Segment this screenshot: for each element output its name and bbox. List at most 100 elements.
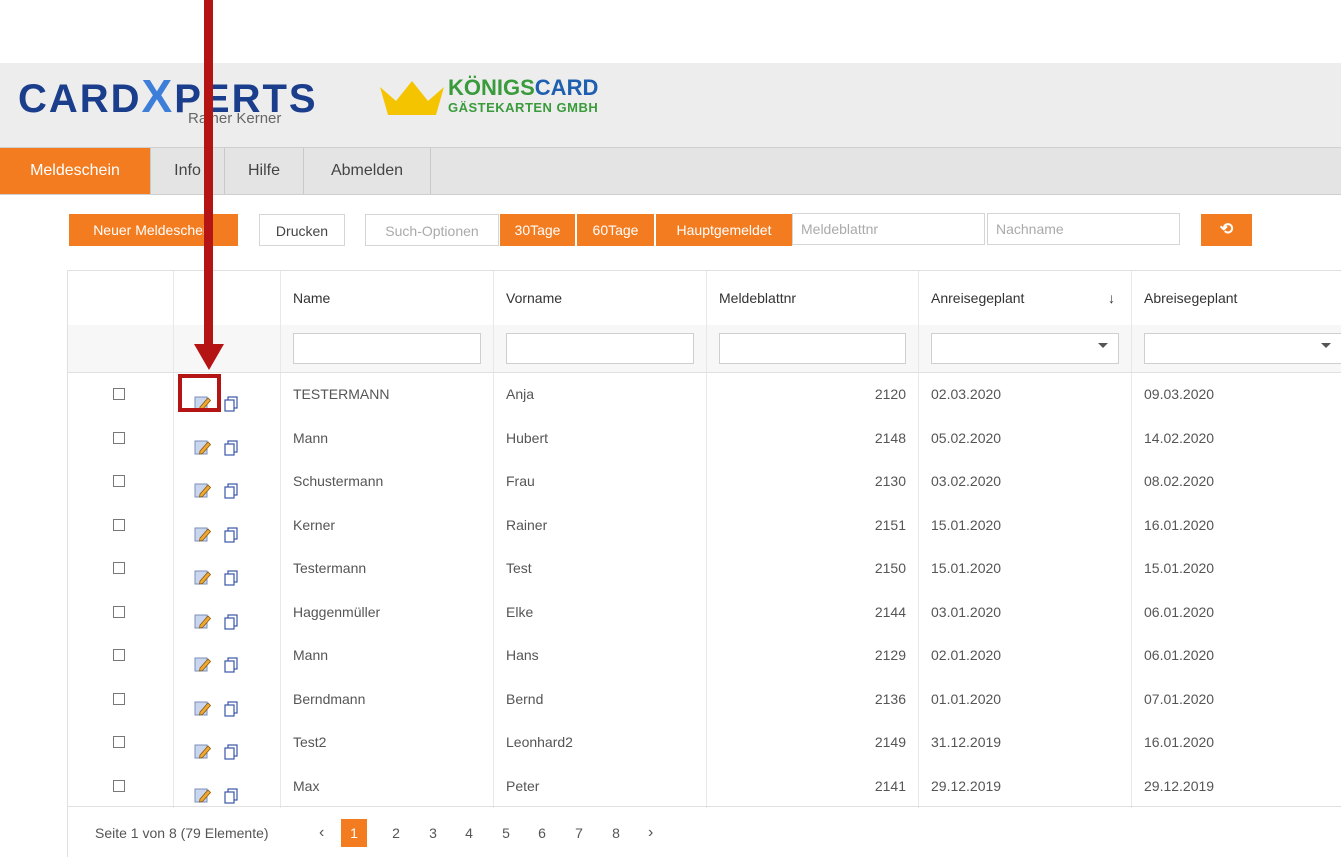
cell-meldeblattnr: 2129 — [707, 634, 919, 678]
pager-prev-button[interactable]: ‹ — [319, 819, 324, 847]
actions-cell — [174, 503, 281, 547]
table-row[interactable]: Berndmann Bernd 2136 01.01.2020 07.01.2020 — [68, 677, 1341, 721]
header-vorname[interactable]: Vorname — [494, 271, 707, 325]
row-checkbox[interactable] — [113, 562, 125, 574]
logo-text-gaestekarten: GÄSTEKARTEN GMBH — [448, 100, 599, 115]
actions-cell — [174, 547, 281, 591]
nachname-search-input[interactable] — [987, 213, 1180, 245]
row-checkbox[interactable] — [113, 431, 125, 444]
cell-anreise: 15.01.2020 — [919, 547, 1132, 591]
copy-icon[interactable] — [224, 604, 238, 630]
cell-abreise: 15.01.2020 — [1144, 560, 1215, 576]
edit-icon[interactable] — [194, 517, 212, 541]
edit-icon[interactable] — [194, 560, 212, 585]
pager-page-1[interactable]: 1 — [341, 819, 367, 847]
row-checkbox[interactable] — [113, 475, 125, 487]
pager-page-7[interactable]: 7 — [569, 819, 589, 847]
header-name[interactable]: Name — [281, 271, 494, 325]
table-row[interactable]: TESTERMANN Anja 2120 02.03.2020 09.03.2020 — [68, 373, 1341, 417]
row-checkbox[interactable] — [113, 388, 125, 400]
table-row[interactable]: Schustermann Frau 2130 03.02.2020 08.02.2020 — [68, 460, 1341, 504]
copy-icon[interactable] — [224, 517, 238, 543]
row-checkbox[interactable] — [113, 605, 125, 618]
cell-abreise: 29.12.2019 — [1144, 777, 1215, 794]
cell-name: Kerner — [281, 503, 494, 547]
nav-meldeschein[interactable]: Meldeschein — [0, 148, 151, 194]
row-checkbox[interactable] — [113, 736, 125, 748]
pager-page-5[interactable]: 5 — [496, 819, 516, 847]
select-cell — [68, 721, 174, 765]
pager-page-6[interactable]: 6 — [532, 819, 552, 847]
cell-anreise: 15.01.2020 — [919, 503, 1132, 547]
meldeschein-grid: Name Vorname Meldeblattnr Anreisegeplant… — [67, 270, 1341, 857]
row-checkbox[interactable] — [113, 649, 125, 661]
cell-meldeblattnr: 2130 — [707, 460, 919, 504]
pager-page-8[interactable]: 8 — [606, 819, 626, 847]
copy-icon[interactable] — [224, 778, 238, 804]
pager-page-3[interactable]: 3 — [423, 819, 443, 847]
nav-info[interactable]: Info — [151, 148, 225, 194]
cell-meldeblattnr: 2151 — [707, 503, 919, 547]
edit-icon[interactable] — [194, 430, 212, 454]
cell-anreise: 29.12.2019 — [919, 764, 1132, 808]
cell-abreise: 09.03.2020 — [1144, 386, 1215, 402]
copy-icon[interactable] — [224, 430, 238, 456]
filter-name-input[interactable] — [293, 333, 481, 364]
edit-icon[interactable] — [194, 691, 212, 715]
pager-info: Seite 1 von 8 (79 Elemente) — [95, 825, 269, 841]
header-abreisegeplant[interactable]: Abreisegeplant — [1132, 271, 1341, 325]
refresh-button[interactable]: ⟲ — [1201, 214, 1252, 246]
cell-abreise: 08.02.2020 — [1144, 473, 1215, 489]
copy-icon[interactable] — [224, 647, 238, 673]
row-checkbox[interactable] — [113, 692, 125, 705]
pager-page-2[interactable]: 2 — [386, 819, 406, 847]
select-cell — [68, 634, 174, 678]
filter-vorname-input[interactable] — [506, 333, 694, 364]
table-row[interactable]: Mann Hans 2129 02.01.2020 06.01.2020 — [68, 634, 1341, 678]
table-row[interactable]: Haggenmüller Elke 2144 03.01.2020 06.01.2020 — [68, 590, 1341, 634]
meldeblattnr-search-input[interactable] — [792, 213, 985, 245]
filter-hauptgemeldet-button[interactable]: Hauptgemeldet — [656, 214, 792, 246]
filter-60-days-button[interactable]: 60Tage — [577, 214, 655, 246]
logo-text-koenigs: KÖNIGS — [448, 75, 535, 100]
grid-filter-row — [68, 325, 1341, 373]
pager-next-button[interactable]: › — [648, 819, 653, 847]
header-meldeblattnr[interactable]: Meldeblattnr — [707, 271, 919, 325]
table-row[interactable]: Testermann Test 2150 15.01.2020 15.01.2020 — [68, 547, 1341, 591]
header-anreisegeplant[interactable]: Anreisegeplant ↓ — [919, 271, 1132, 325]
filter-30-days-button[interactable]: 30Tage — [500, 214, 576, 246]
copy-icon[interactable] — [224, 691, 238, 717]
copy-icon[interactable] — [224, 734, 238, 760]
actions-cell — [174, 590, 281, 634]
copy-icon[interactable] — [224, 473, 238, 499]
cell-anreise: 03.02.2020 — [919, 460, 1132, 504]
pager-page-4[interactable]: 4 — [459, 819, 479, 847]
edit-icon[interactable] — [194, 647, 212, 672]
cell-abreise: 07.01.2020 — [1144, 690, 1215, 707]
table-row[interactable]: Max Peter 2141 29.12.2019 29.12.2019 — [68, 764, 1341, 808]
filter-abreise-dropdown[interactable] — [1144, 333, 1341, 364]
filter-meldeblattnr-input[interactable] — [719, 333, 906, 364]
table-row[interactable]: Kerner Rainer 2151 15.01.2020 16.01.2020 — [68, 503, 1341, 547]
nav-abmelden[interactable]: Abmelden — [304, 148, 431, 194]
edit-icon[interactable] — [194, 734, 212, 759]
table-row[interactable]: Test2 Leonhard2 2149 31.12.2019 16.01.2020 — [68, 721, 1341, 765]
copy-icon[interactable] — [224, 386, 238, 412]
cardxperts-logo: CARDXPERTS Rainer Kerner — [18, 73, 318, 126]
app-header: CARDXPERTS Rainer Kerner KÖNIGSCARD GÄST… — [0, 63, 1341, 147]
edit-icon[interactable] — [194, 778, 212, 802]
filter-abreise-cell — [1132, 325, 1341, 372]
row-checkbox[interactable] — [113, 518, 125, 531]
edit-icon[interactable] — [194, 473, 212, 498]
annotation-arrow-shaft — [204, 0, 213, 348]
nav-hilfe[interactable]: Hilfe — [225, 148, 304, 194]
edit-icon[interactable] — [194, 604, 212, 628]
filter-anreise-dropdown[interactable] — [931, 333, 1119, 364]
print-button[interactable]: Drucken — [259, 214, 345, 246]
copy-icon[interactable] — [224, 560, 238, 586]
search-options-button[interactable]: Such-Optionen — [365, 214, 499, 246]
cell-name: Max — [281, 764, 494, 808]
table-row[interactable]: Mann Hubert 2148 05.02.2020 14.02.2020 — [68, 416, 1341, 460]
actions-cell — [174, 764, 281, 808]
row-checkbox[interactable] — [113, 779, 125, 792]
